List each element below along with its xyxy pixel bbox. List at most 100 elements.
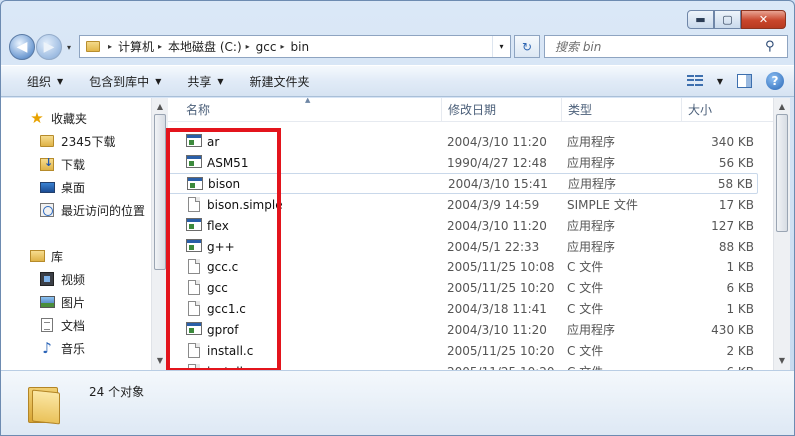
address-bar[interactable]: ▸ 计算机 ▸ 本地磁盘 (C:) ▸ gcc ▸ bin ▾ (79, 35, 511, 58)
sidebar-item-label: 音乐 (61, 341, 86, 356)
sidebar-item-favorites[interactable]: ★ 收藏夹 (29, 107, 87, 129)
change-view-button[interactable] (686, 75, 703, 87)
breadcrumb-separator[interactable]: ▸ (108, 42, 112, 51)
table-row[interactable]: g++ 2004/5/1 22:33 应用程序 88 KB (168, 236, 758, 257)
search-box: ⚲ (544, 35, 788, 58)
sidebar-item-music[interactable]: ♪ 音乐 (39, 337, 85, 359)
breadcrumb-bin[interactable]: bin (291, 40, 310, 54)
breadcrumb-computer[interactable]: 计算机 (118, 38, 154, 55)
file-type: 应用程序 (567, 240, 616, 254)
file-name: ASM51 (207, 155, 249, 170)
organize-label: 组织 (27, 74, 52, 89)
file-name: ar (207, 134, 220, 149)
preview-pane-icon (737, 74, 752, 88)
file-type: 应用程序 (567, 156, 616, 170)
file-type: C 文件 (567, 260, 604, 274)
table-row[interactable]: bison.simple 2004/3/9 14:59 SIMPLE 文件 17 KB (168, 194, 758, 215)
scroll-thumb[interactable] (154, 114, 166, 270)
download-folder-icon (39, 156, 55, 171)
maximize-button[interactable]: ▢ (714, 10, 741, 29)
file-type: SIMPLE 文件 (567, 198, 638, 212)
back-button[interactable]: ◀ (9, 34, 35, 60)
chevron-down-icon: ▼ (716, 76, 723, 86)
sidebar-item-label: 2345下载 (61, 134, 116, 149)
scroll-thumb[interactable] (776, 114, 788, 232)
table-row[interactable]: flex 2004/3/10 11:20 应用程序 127 KB (168, 215, 758, 236)
file-type: C 文件 (567, 302, 604, 316)
table-row[interactable]: ar 2004/3/10 11:20 应用程序 340 KB (168, 131, 758, 152)
table-row[interactable]: bison 2004/3/10 15:41 应用程序 58 KB (168, 173, 758, 194)
table-row[interactable]: gcc 2005/11/25 10:20 C 文件 6 KB (168, 277, 758, 298)
table-row[interactable]: install.c 2005/11/25 10:20 C 文件 2 KB (168, 340, 758, 361)
recent-pages-dropdown[interactable]: ▾ (62, 43, 76, 52)
sidebar-item-pictures[interactable]: 图片 (39, 291, 85, 313)
scroll-up-arrow[interactable]: ▲ (774, 100, 790, 114)
view-options-dropdown[interactable]: ▼ (717, 77, 723, 86)
breadcrumb-local-disk[interactable]: 本地磁盘 (C:) (168, 38, 242, 55)
file-size: 88 KB (718, 239, 754, 254)
breadcrumb-gcc[interactable]: gcc (256, 40, 277, 54)
sidebar-item-label: 下载 (61, 157, 86, 172)
search-input[interactable] (555, 39, 765, 54)
column-size[interactable]: 大小 (681, 98, 761, 122)
forward-button[interactable]: ▶ (36, 34, 62, 60)
organize-menu[interactable]: 组织 ▼ (27, 73, 63, 90)
file-name: gprof (207, 322, 239, 337)
application-icon (186, 134, 202, 147)
file-type: 应用程序 (567, 219, 616, 233)
file-date-modified: 2004/3/18 11:41 (447, 301, 547, 316)
sidebar-item-label: 桌面 (61, 180, 86, 195)
file-list-scrollbar[interactable]: ▲ ▼ (773, 98, 790, 370)
sidebar-item-desktop[interactable]: 桌面 (39, 176, 85, 198)
table-row[interactable]: ASM51 1990/4/27 12:48 应用程序 56 KB (168, 152, 758, 173)
new-folder-button[interactable]: 新建文件夹 (250, 73, 310, 90)
sidebar-item-libraries[interactable]: 库 (29, 245, 63, 267)
navigation-pane: ★ 收藏夹 2345下载 下载 桌面 最近访问的位置 库 视频 图 (1, 98, 151, 370)
sidebar-item-label: 图片 (61, 295, 86, 310)
file-date-modified: 2004/5/1 22:33 (447, 239, 540, 254)
close-button[interactable]: ✕ (741, 10, 786, 29)
breadcrumb-separator[interactable]: ▸ (246, 42, 250, 51)
table-row[interactable]: gcc1.c 2004/3/18 11:41 C 文件 1 KB (168, 298, 758, 319)
sidebar-item-2345-downloads[interactable]: 2345下载 (39, 130, 116, 152)
folder-icon (28, 383, 62, 425)
search-icon[interactable]: ⚲ (765, 39, 783, 54)
navigation-scrollbar[interactable]: ▲ ▼ (151, 98, 168, 370)
column-date-modified[interactable]: 修改日期 (441, 98, 561, 122)
file-name: install.c (207, 343, 254, 358)
file-icon (186, 259, 200, 274)
chevron-down-icon: ▼ (155, 76, 162, 86)
file-name: gcc.c (207, 259, 239, 274)
sidebar-item-downloads[interactable]: 下载 (39, 153, 85, 175)
application-icon (187, 177, 203, 190)
table-row[interactable]: gprof 2004/3/10 11:20 应用程序 430 KB (168, 319, 758, 340)
scroll-down-arrow[interactable]: ▼ (774, 354, 790, 368)
help-button[interactable]: ? (766, 72, 784, 90)
file-date-modified: 2004/3/9 14:59 (447, 197, 540, 212)
address-dropdown[interactable]: ▾ (492, 36, 510, 57)
sidebar-item-recent-places[interactable]: 最近访问的位置 (39, 199, 145, 221)
sidebar-item-label: 收藏夹 (51, 111, 88, 126)
file-date-modified: 2005/11/25 10:20 (447, 280, 555, 295)
caption-buttons: ▬ ▢ ✕ (687, 10, 786, 29)
sidebar-item-documents[interactable]: 文档 (39, 314, 85, 336)
table-row[interactable]: gcc.c 2005/11/25 10:08 C 文件 1 KB (168, 256, 758, 277)
scroll-down-arrow[interactable]: ▼ (152, 354, 168, 368)
breadcrumb-separator[interactable]: ▸ (158, 42, 162, 51)
column-type[interactable]: 类型 (561, 98, 681, 122)
refresh-button[interactable]: ↻ (514, 35, 540, 58)
breadcrumb-separator[interactable]: ▸ (280, 42, 284, 51)
file-type: 应用程序 (567, 135, 616, 149)
scroll-up-arrow[interactable]: ▲ (152, 100, 168, 114)
command-bar: 组织 ▼ 包含到库中 ▼ 共享 ▼ 新建文件夹 ▼ ? (1, 65, 794, 97)
minimize-button[interactable]: ▬ (687, 10, 714, 29)
preview-pane-button[interactable] (737, 74, 752, 88)
share-menu[interactable]: 共享 ▼ (187, 73, 223, 90)
include-in-library-menu[interactable]: 包含到库中 ▼ (89, 73, 161, 90)
column-name[interactable]: 名称 (180, 98, 440, 122)
file-date-modified: 1990/4/27 12:48 (447, 155, 547, 170)
file-date-modified: 2004/3/10 11:20 (447, 134, 547, 149)
table-row[interactable]: install2005/11/25 10:20C 文件6 KB (168, 361, 758, 370)
sidebar-item-videos[interactable]: 视频 (39, 268, 85, 290)
help-icon: ? (766, 72, 784, 90)
